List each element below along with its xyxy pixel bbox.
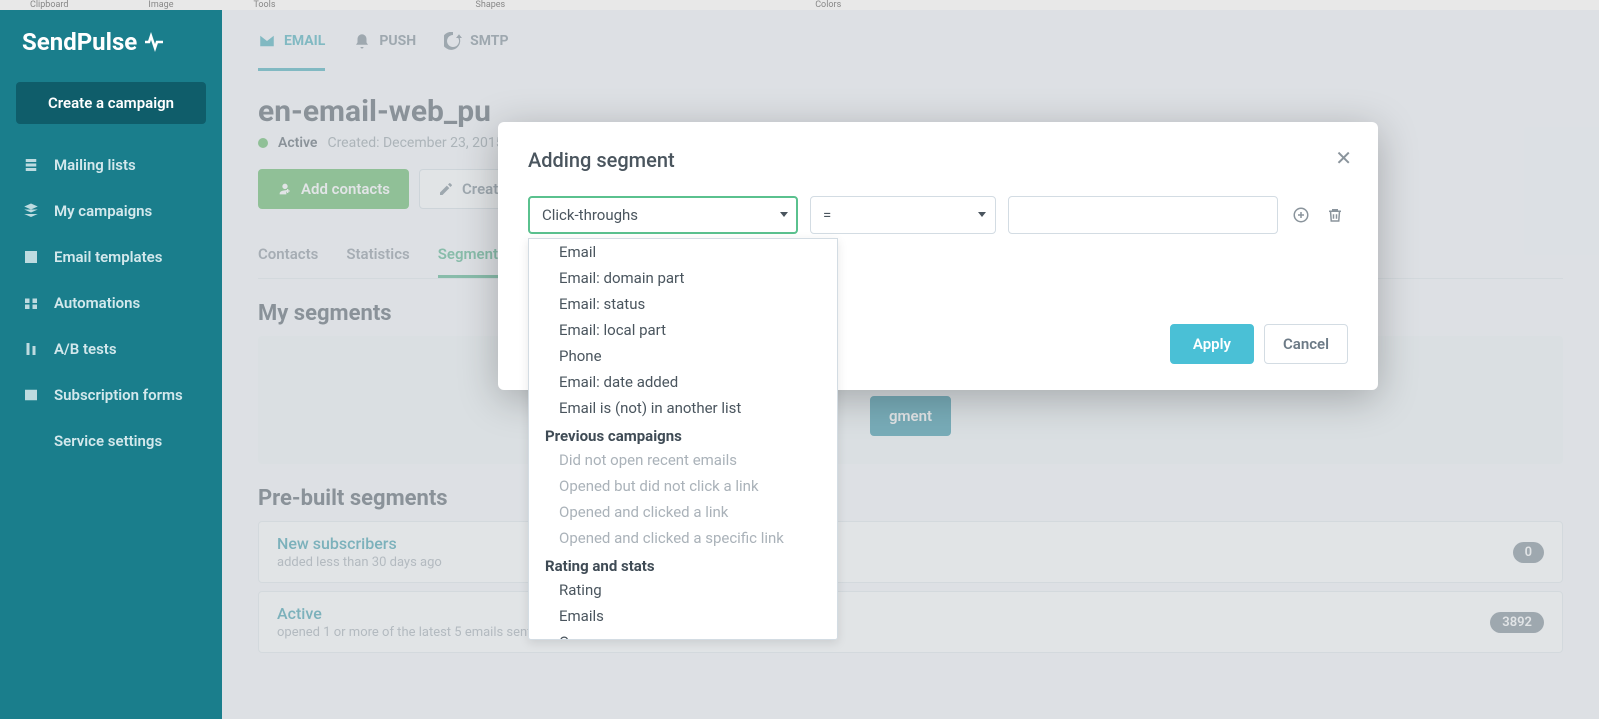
modal-title: Adding segment [528,148,1348,172]
field-select[interactable]: Click-throughs [528,196,798,234]
dropdown-group: Previous campaigns [529,421,837,447]
sidebar-item[interactable]: Email templates [0,234,222,280]
sidebar-item-label: Email templates [54,248,162,266]
condition-row: Click-throughs EmailEmail: domain partEm… [528,196,1348,234]
ribbon-label: Shapes [476,0,506,10]
dropdown-option: Did not open recent emails [529,447,837,473]
dropdown-option: Opened but did not click a link [529,473,837,499]
chevron-down-icon [978,212,986,217]
close-icon[interactable]: ✕ [1335,146,1352,170]
brand-logo: SendPulse [0,10,222,74]
dropdown-option[interactable]: Phone [529,343,837,369]
brand-text: SendPulse [22,28,137,56]
sidebar-item-label: A/B tests [54,340,117,358]
dropdown-group: Rating and stats [529,551,837,577]
sidebar-item-label: My campaigns [54,202,152,220]
add-condition-button[interactable] [1290,204,1312,226]
sidebar-item[interactable]: Service settings [0,418,222,464]
sidebar-item-label: Mailing lists [54,156,136,174]
ribbon-label: Clipboard [30,0,68,10]
dropdown-option: Opened and clicked a specific link [529,525,837,551]
add-segment-modal: Adding segment ✕ Click-throughs EmailEma… [498,122,1378,390]
sidebar-item[interactable]: Mailing lists [0,142,222,188]
sidebar: SendPulse Create a campaign Mailing list… [0,10,222,719]
sidebar-item-label: Service settings [54,432,162,450]
sidebar-item[interactable]: Subscription forms [0,372,222,418]
ribbon-label: Colors [815,0,841,10]
plus-circle-icon [1292,206,1310,224]
ribbon-label: Tools [253,0,275,10]
pulse-icon [143,30,167,54]
dropdown-option[interactable]: Rating [529,577,837,603]
ribbon-label: Image [148,0,173,10]
dropdown-option[interactable]: Email is (not) in another list [529,395,837,421]
sidebar-item[interactable]: My campaigns [0,188,222,234]
create-campaign-button[interactable]: Create a campaign [16,82,206,124]
dropdown-option[interactable]: Email [529,239,837,265]
dropdown-option[interactable]: Emails [529,603,837,629]
delete-condition-button[interactable] [1324,204,1346,226]
apply-button[interactable]: Apply [1170,324,1254,364]
cancel-button[interactable]: Cancel [1264,324,1348,364]
dropdown-option[interactable]: Email: status [529,291,837,317]
trash-icon [1326,206,1344,224]
value-input[interactable] [1008,196,1278,234]
field-dropdown[interactable]: EmailEmail: domain partEmail: statusEmai… [528,238,838,640]
sidebar-item-label: Automations [54,294,140,312]
select-value: Click-throughs [542,206,638,224]
dropdown-option[interactable]: Email: local part [529,317,837,343]
operator-select[interactable]: = [810,196,996,234]
dropdown-option[interactable]: Email: date added [529,369,837,395]
dropdown-option: Opened and clicked a link [529,499,837,525]
sidebar-item[interactable]: A/B tests [0,326,222,372]
dropdown-option[interactable]: Email: domain part [529,265,837,291]
chevron-down-icon [780,212,788,217]
sidebar-item[interactable]: Automations [0,280,222,326]
os-ribbon: Clipboard Image Tools Shapes Colors [0,0,1599,10]
sidebar-item-label: Subscription forms [54,386,183,404]
select-value: = [823,206,831,224]
dropdown-option[interactable]: Opens [529,629,837,640]
